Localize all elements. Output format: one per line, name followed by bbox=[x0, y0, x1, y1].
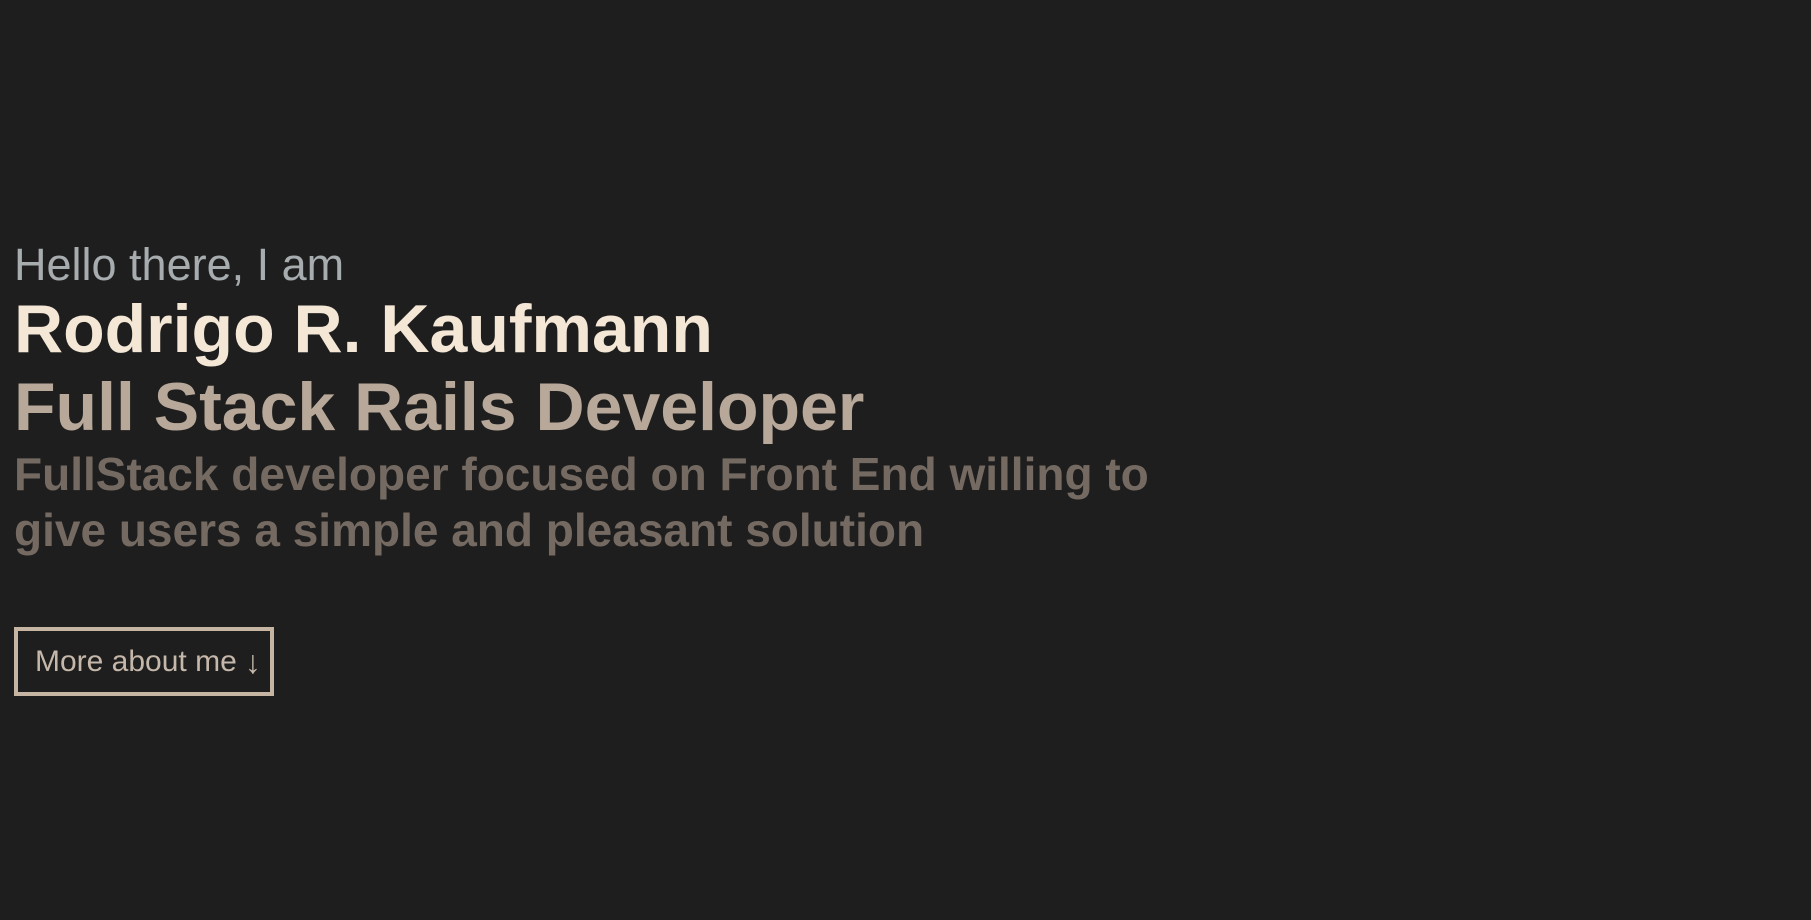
profile-summary: FullStack developer focused on Front End… bbox=[14, 448, 1149, 557]
more-about-me-label: More about me bbox=[35, 644, 237, 678]
greeting-text: Hello there, I am bbox=[14, 239, 345, 290]
more-about-me-button[interactable]: More about me ↓ bbox=[14, 627, 274, 696]
arrow-down-icon: ↓ bbox=[244, 643, 261, 680]
hero-section: Hello there, I am Rodrigo R. Kaufmann Fu… bbox=[14, 239, 1264, 559]
job-title: Full Stack Rails Developer bbox=[14, 368, 865, 445]
person-name: Rodrigo R. Kaufmann bbox=[14, 291, 713, 368]
